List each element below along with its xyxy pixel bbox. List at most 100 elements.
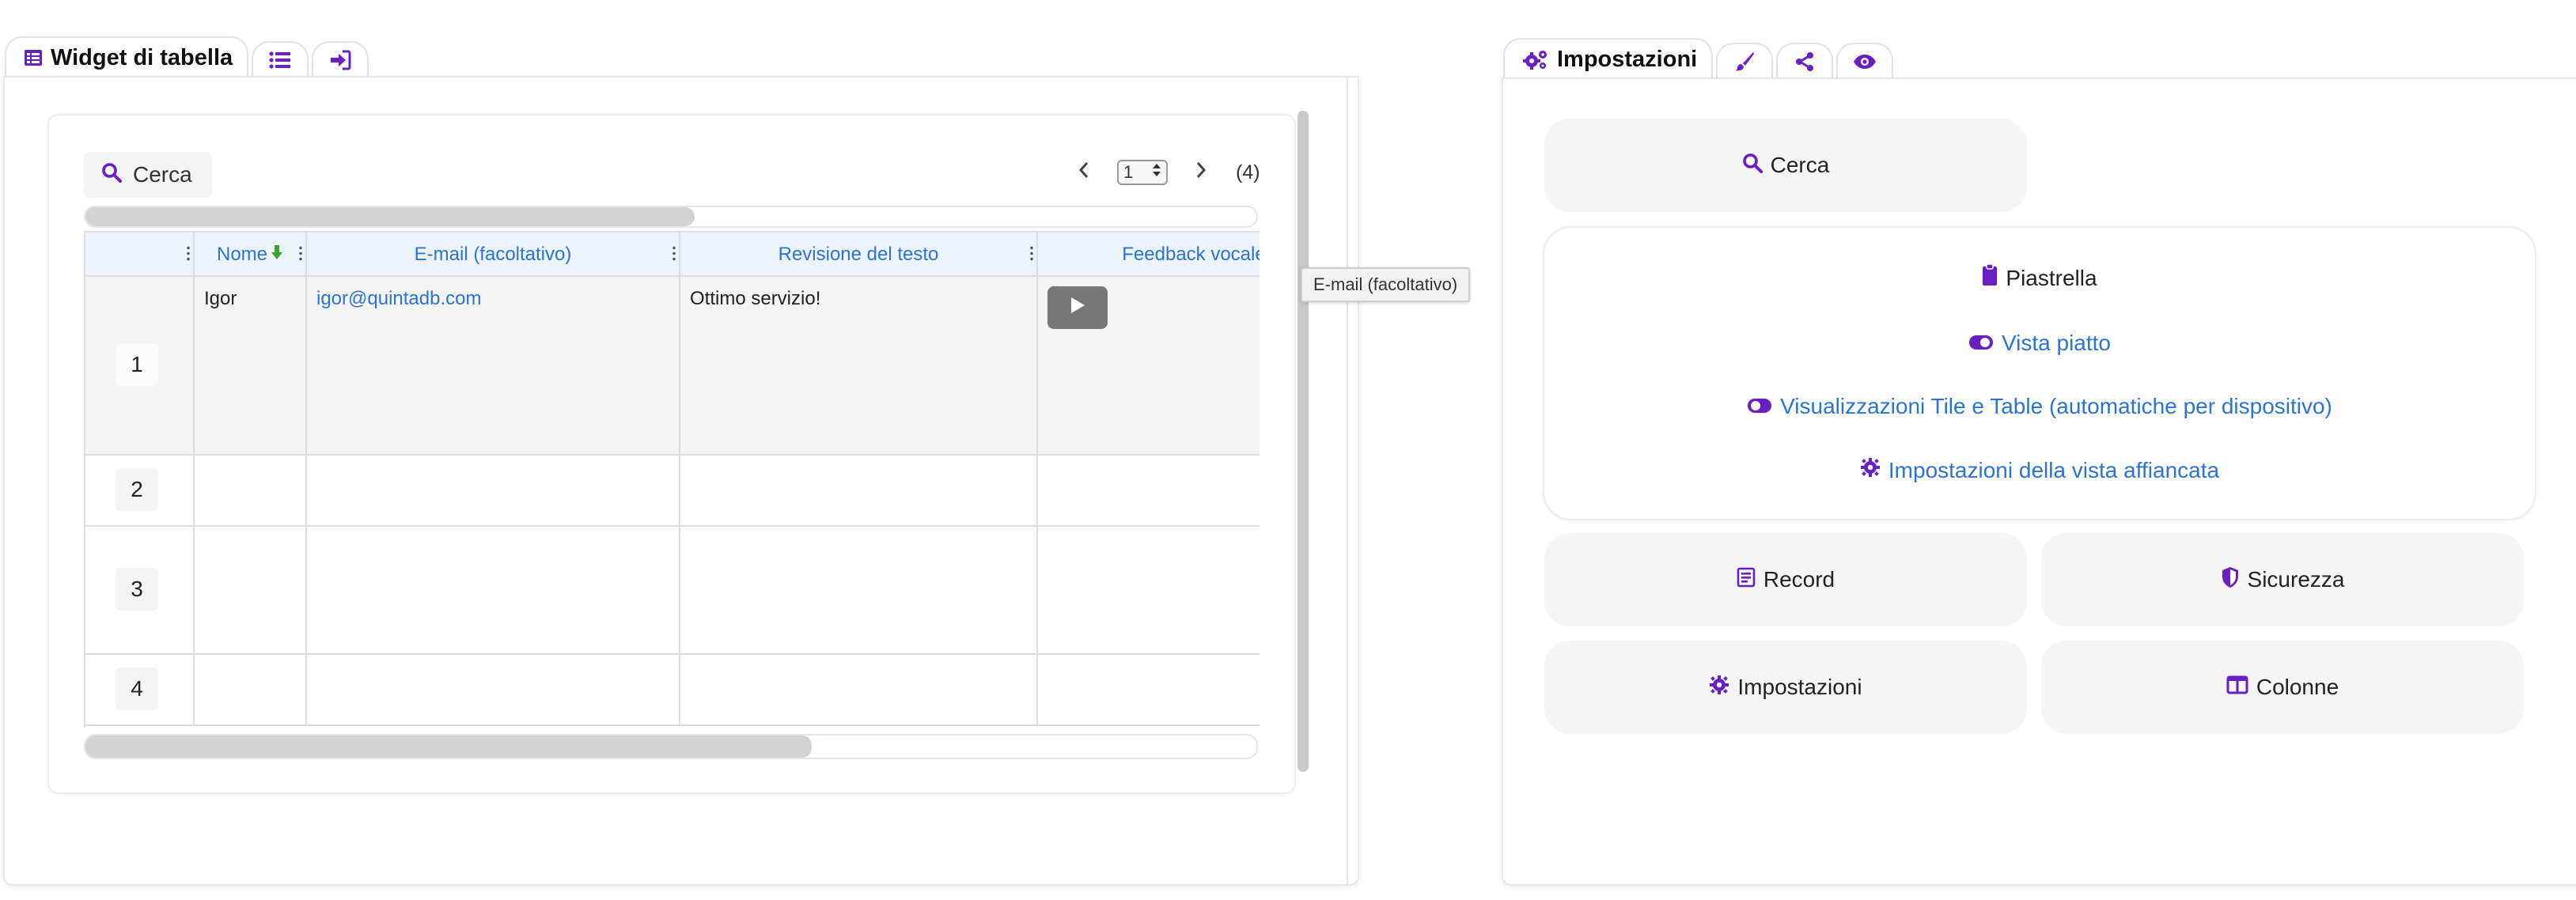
tab-table-widget[interactable]: Widget di tabella [5, 36, 249, 78]
tab-share[interactable] [1776, 43, 1834, 79]
security-button[interactable]: Sicurezza [2041, 533, 2524, 626]
cell-voice[interactable] [1038, 527, 1260, 653]
pagination: 1 (4) [1068, 155, 1260, 190]
search-icon [1742, 153, 1763, 179]
column-grip[interactable] [672, 245, 676, 263]
cell-voice[interactable] [1038, 277, 1260, 454]
cell-review[interactable] [680, 527, 1038, 653]
share-icon [1795, 51, 1814, 72]
row-number: 1 [116, 343, 158, 386]
cell-nome[interactable] [195, 456, 307, 525]
cell-nome[interactable] [195, 527, 307, 653]
column-header-email[interactable]: E-mail (facoltativo) [307, 233, 680, 277]
cell-nome-text: Igor [204, 288, 237, 309]
tab-settings[interactable]: Impostazioni [1503, 38, 1714, 79]
cell-email[interactable] [307, 655, 680, 724]
column-grip[interactable] [187, 245, 190, 263]
record-button[interactable]: Record [1544, 533, 2027, 626]
record-label: Record [1763, 567, 1835, 592]
column-header-review[interactable]: Revisione del testo [680, 233, 1038, 277]
chevron-left-icon [1078, 161, 1089, 184]
play-button[interactable] [1047, 286, 1108, 329]
security-label: Sicurezza [2247, 567, 2345, 592]
search-icon [101, 162, 122, 188]
toggle-on-icon [1747, 394, 1772, 419]
page-select[interactable]: 1 [1117, 160, 1168, 185]
table-row[interactable]: 4 [85, 655, 1260, 726]
grid-header: Nome E-mail (facoltativo) Revisione del … [85, 231, 1260, 277]
column-header-email-label: E-mail (facoltativo) [414, 244, 572, 265]
cell-voice[interactable] [1038, 456, 1260, 525]
cogs-icon [1522, 48, 1549, 70]
updown-icon [1152, 162, 1161, 183]
top-scroll-thumb[interactable] [85, 207, 695, 226]
vertical-scroll-thumb[interactable] [1297, 111, 1309, 772]
table-row[interactable]: 2 [85, 456, 1260, 527]
flat-view-toggle[interactable]: Vista piatto [1544, 331, 2535, 356]
row-number: 4 [116, 667, 158, 710]
shield-icon [2221, 566, 2240, 594]
vertical-scrollbar[interactable] [1297, 111, 1309, 772]
column-header-voice[interactable]: Feedback vocale [1038, 233, 1260, 277]
tile-view-settings-link[interactable]: Impostazioni della vista affiancata [1544, 457, 2535, 483]
sign-in-icon [329, 50, 351, 70]
tab-preview[interactable] [1836, 43, 1894, 79]
tile-table-views-toggle[interactable]: Visualizzazioni Tile e Table (automatich… [1544, 394, 2535, 419]
gear-icon [1860, 457, 1881, 483]
flat-view-label: Vista piatto [2001, 331, 2112, 355]
row-number: 3 [116, 568, 158, 611]
sort-down-arrow-icon [271, 244, 283, 266]
cell-nome[interactable]: Igor [195, 277, 307, 454]
tile-settings-card: Piastrella Vista piatto Visualizzazioni … [1543, 226, 2536, 520]
tab-design[interactable] [1716, 43, 1774, 79]
settings-button[interactable]: Impostazioni [1544, 641, 2027, 734]
cell-review-text: Ottimo servizio! [690, 288, 821, 309]
tab-list[interactable] [252, 41, 309, 78]
next-page-button[interactable] [1185, 157, 1217, 188]
settings-search-button[interactable]: Cerca [1544, 119, 2027, 212]
play-icon [1070, 297, 1085, 320]
column-header-rownum [85, 233, 195, 277]
cell-nome[interactable] [195, 655, 307, 724]
panel-divider [1347, 78, 1348, 884]
table-row[interactable]: 1 Igor igor@quintadb.com Ottimo servizio… [85, 277, 1260, 456]
column-grip[interactable] [299, 245, 302, 263]
columns-label: Colonne [2256, 675, 2339, 699]
cell-email[interactable] [307, 456, 680, 525]
cell-voice[interactable] [1038, 655, 1260, 724]
search-label: Cerca [133, 162, 192, 187]
list-icon [269, 51, 291, 70]
tile-title[interactable]: Piastrella [1544, 263, 2535, 292]
cell-review[interactable] [680, 655, 1038, 724]
tab-login[interactable] [312, 41, 369, 78]
email-link[interactable]: igor@quintadb.com [316, 288, 481, 309]
columns-button[interactable]: Colonne [2041, 641, 2524, 734]
table-icon [24, 48, 43, 67]
search-button[interactable]: Cerca [84, 152, 212, 198]
table-row[interactable]: 3 [85, 527, 1260, 655]
cell-email[interactable] [307, 527, 680, 653]
tile-view-settings-label: Impostazioni della vista affiancata [1888, 457, 2220, 482]
clipboard-icon [1982, 263, 1998, 292]
brush-icon [1734, 51, 1755, 72]
chevron-right-icon [1195, 161, 1207, 184]
rownum-cell: 2 [85, 456, 195, 525]
eye-icon [1853, 54, 1877, 70]
cell-review[interactable] [680, 456, 1038, 525]
tile-title-label: Piastrella [2006, 265, 2097, 290]
column-grip[interactable] [1030, 245, 1033, 263]
column-tooltip: E-mail (facoltativo) [1301, 267, 1471, 302]
tab-table-widget-label: Widget di tabella [51, 44, 233, 70]
tab-settings-label: Impostazioni [1557, 46, 1698, 72]
bottom-horizontal-scrollbar[interactable] [84, 734, 1258, 759]
column-header-nome-label: Nome [216, 244, 268, 265]
column-header-nome[interactable]: Nome [195, 233, 307, 277]
settings-label: Impostazioni [1737, 675, 1862, 699]
bottom-scroll-thumb[interactable] [85, 736, 812, 758]
previous-page-button[interactable] [1068, 157, 1100, 188]
cell-review[interactable]: Ottimo servizio! [680, 277, 1038, 454]
column-header-voice-label: Feedback vocale [1122, 244, 1260, 265]
top-horizontal-scrollbar[interactable] [84, 206, 1258, 228]
gear-icon [1709, 675, 1729, 701]
cell-email[interactable]: igor@quintadb.com [307, 277, 680, 454]
